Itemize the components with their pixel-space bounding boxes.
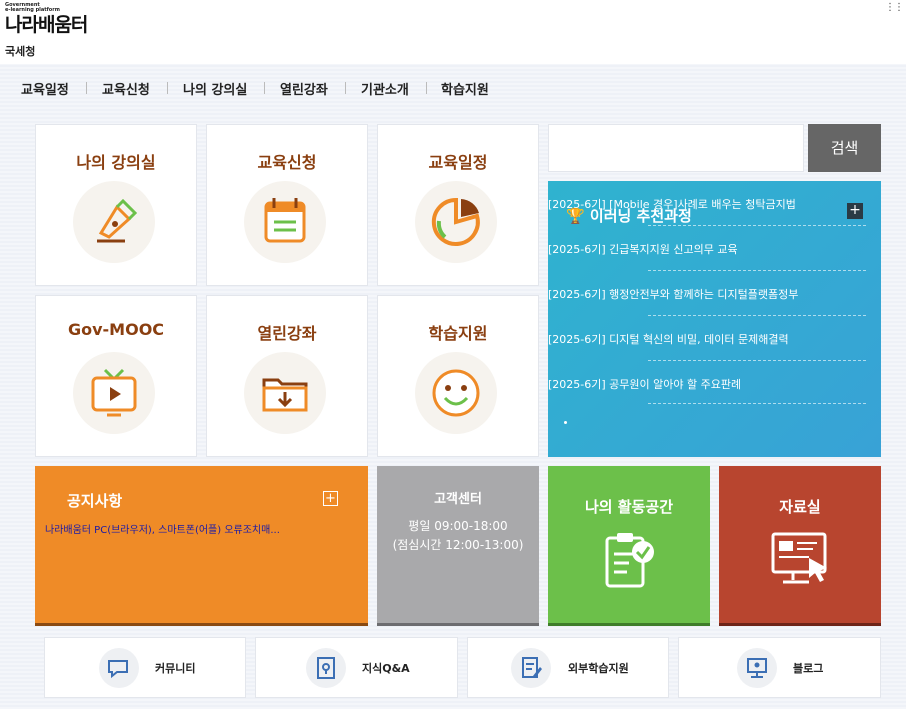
customer-center-panel: 고객센터 평일 09:00-18:00 (점심시간 12:00-13:00) bbox=[377, 466, 539, 626]
divider bbox=[648, 403, 866, 404]
bottom-link-external-learning[interactable]: 외부학습지원 bbox=[467, 637, 669, 698]
site-logo[interactable]: 나라배움터 bbox=[5, 10, 88, 37]
bottom-link-label: 지식Q&A bbox=[362, 662, 410, 675]
tile-title: Gov-MOOC bbox=[67, 320, 165, 339]
pie-chart-icon bbox=[415, 181, 497, 263]
nav-about[interactable]: 기관소개 bbox=[361, 79, 409, 98]
resources-tile[interactable]: 자료실 bbox=[719, 466, 881, 626]
tv-play-icon bbox=[73, 352, 155, 434]
notice-panel: 공지사항 + 나라배움터 PC(브라우저), 스마트폰(어플) 오류조치매... bbox=[35, 466, 368, 626]
notice-item[interactable]: 나라배움터 PC(브라우저), 스마트폰(어플) 오류조치매... bbox=[45, 521, 280, 536]
nav-open-lecture[interactable]: 열린강좌 bbox=[280, 79, 328, 98]
nav-divider bbox=[264, 82, 265, 94]
bottom-link-knowledge-qa[interactable]: 지식Q&A bbox=[255, 637, 458, 698]
course-item[interactable]: [2025-6기] [Mobile 경우]사례로 배우는 청탁금지법 bbox=[548, 196, 866, 212]
tile-gov-mooc[interactable]: Gov-MOOC bbox=[35, 295, 197, 457]
lunch-break-hours: (점심시간 12:00-13:00) bbox=[392, 538, 524, 552]
pager-dot[interactable] bbox=[564, 421, 567, 424]
document-edit-icon bbox=[511, 648, 551, 688]
notice-more-button[interactable]: + bbox=[323, 491, 338, 506]
menu-dots-icon[interactable]: ⋮⋮ bbox=[885, 2, 904, 13]
nav-divider bbox=[426, 82, 427, 94]
notice-title: 공지사항 bbox=[67, 492, 123, 510]
tile-edu-apply[interactable]: 교육신청 bbox=[206, 124, 368, 286]
course-item[interactable]: [2025-6기] 디지털 혁신의 비밀, 데이터 문제해결력 bbox=[548, 331, 866, 347]
clipboard-check-icon bbox=[605, 533, 654, 588]
nav-my-classroom[interactable]: 나의 강의실 bbox=[183, 79, 247, 98]
nav-edu-apply[interactable]: 교육신청 bbox=[102, 79, 150, 98]
divider bbox=[648, 315, 866, 316]
blog-monitor-icon bbox=[737, 648, 777, 688]
tile-my-classroom[interactable]: 나의 강의실 bbox=[35, 124, 197, 286]
business-hours: 평일 09:00-18:00 bbox=[408, 519, 508, 533]
nav-edu-schedule[interactable]: 교육일정 bbox=[21, 79, 69, 98]
tile-title: 교육신청 bbox=[257, 153, 317, 172]
tile-title: 열린강좌 bbox=[257, 324, 317, 343]
smiley-icon bbox=[415, 352, 497, 434]
tile-open-lecture[interactable]: 열린강좌 bbox=[206, 295, 368, 457]
customer-center-title: 고객센터 bbox=[434, 492, 482, 507]
divider bbox=[648, 270, 866, 271]
activity-title: 나의 활동공간 bbox=[584, 498, 674, 516]
bottom-link-label: 블로그 bbox=[793, 662, 824, 675]
elearning-recommended-panel: 🏆 이러닝 추천과정 + [2025-6기] [Mobile 경우]사례로 배우… bbox=[548, 181, 881, 457]
tile-title: 교육일정 bbox=[428, 153, 488, 172]
bottom-link-community[interactable]: 커뮤니티 bbox=[44, 637, 246, 698]
search-button[interactable]: 검색 bbox=[808, 124, 881, 172]
location-doc-icon bbox=[306, 648, 346, 688]
course-item[interactable]: [2025-6기] 공무원이 알아야 할 주요판례 bbox=[548, 376, 866, 392]
bottom-link-blog[interactable]: 블로그 bbox=[678, 637, 881, 698]
nav-learning-support[interactable]: 학습지원 bbox=[441, 79, 489, 98]
my-activity-tile[interactable]: 나의 활동공간 bbox=[548, 466, 710, 626]
top-header: Government e-learning platform 나라배움터 국세청… bbox=[0, 0, 906, 64]
main-navigation: 교육일정 교육신청 나의 강의실 열린강좌 기관소개 학습지원 bbox=[0, 64, 906, 112]
nav-divider bbox=[86, 82, 87, 94]
tile-title: 나의 강의실 bbox=[76, 153, 156, 172]
folder-download-icon bbox=[244, 352, 326, 434]
bottom-link-label: 커뮤니티 bbox=[155, 662, 196, 675]
course-item[interactable]: [2025-6기] 긴급복지지원 신고의무 교육 bbox=[548, 241, 866, 257]
nav-divider bbox=[345, 82, 346, 94]
tile-title: 학습지원 bbox=[428, 324, 488, 343]
bottom-link-label: 외부학습지원 bbox=[568, 662, 629, 675]
tile-edu-schedule[interactable]: 교육일정 bbox=[377, 124, 539, 286]
tile-learning-support[interactable]: 학습지원 bbox=[377, 295, 539, 457]
course-item[interactable]: [2025-6기] 행정안전부와 함께하는 디지털플랫폼정부 bbox=[548, 286, 866, 302]
divider bbox=[648, 360, 866, 361]
calendar-icon bbox=[244, 181, 326, 263]
resources-title: 자료실 bbox=[779, 498, 821, 516]
pen-nib-icon bbox=[73, 181, 155, 263]
search-input[interactable] bbox=[548, 124, 804, 172]
agency-name: 국세청 bbox=[5, 45, 36, 58]
chat-icon bbox=[99, 648, 139, 688]
monitor-click-icon bbox=[771, 532, 827, 584]
nav-divider bbox=[167, 82, 168, 94]
divider bbox=[648, 225, 866, 226]
